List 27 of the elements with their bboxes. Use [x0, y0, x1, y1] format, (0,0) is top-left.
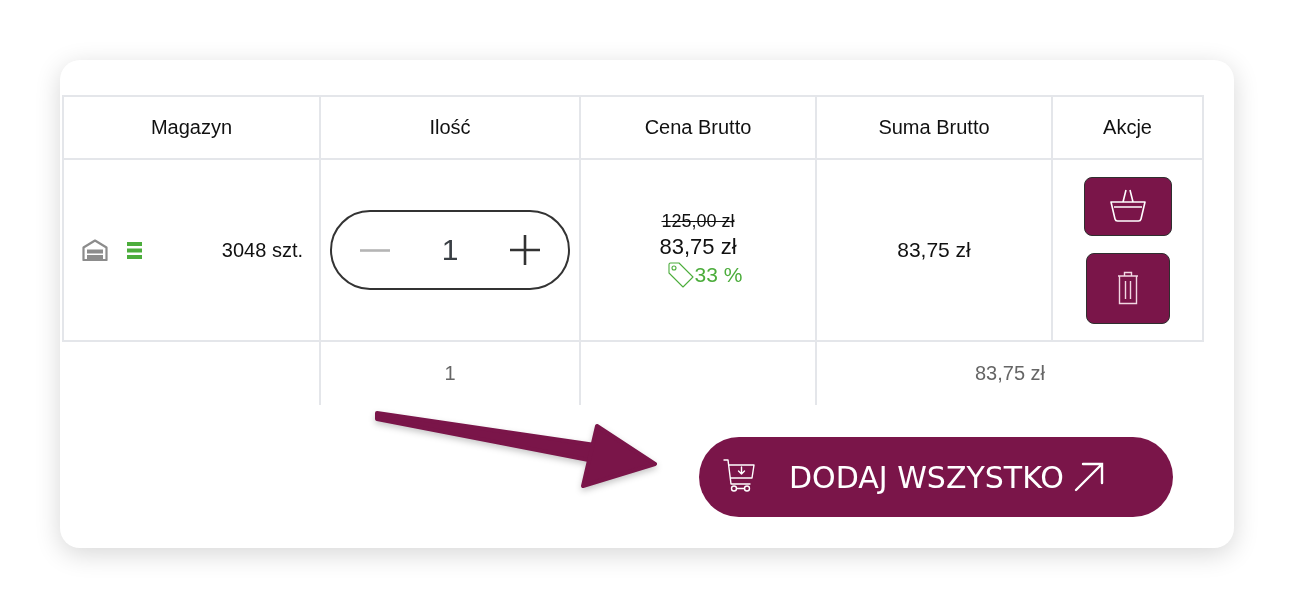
column-header: Cena Brutto	[644, 116, 752, 139]
discounted-price: 83,75 zł	[659, 234, 737, 260]
delete-button[interactable]	[1085, 252, 1170, 324]
cart-download-icon	[723, 458, 755, 492]
warehouse-icon	[82, 239, 108, 261]
add-all-button[interactable]: DODAJ WSZYSTKO	[699, 437, 1173, 517]
tag-icon	[667, 261, 694, 288]
plus-icon	[510, 235, 540, 265]
trash-icon	[1115, 271, 1140, 305]
original-price: 125,00 zł	[661, 212, 735, 233]
total-quantity: 1	[444, 362, 456, 384]
stock-quantity: 3048 szt.	[221, 238, 303, 262]
column-header: Suma Brutto	[878, 116, 990, 139]
column-header: Akcje	[1103, 116, 1152, 139]
minus-icon	[360, 248, 390, 252]
quantity-field[interactable]: 1	[441, 233, 459, 267]
discount-percent: 33 %	[694, 262, 743, 287]
grand-total: 83,75 zł	[974, 362, 1046, 384]
column-header: Ilość	[429, 116, 471, 139]
basket-icon	[1108, 187, 1147, 225]
increment-button[interactable]	[510, 235, 540, 265]
quantity-stepper[interactable]: 1	[330, 210, 570, 290]
column-header: Magazyn	[150, 116, 233, 139]
row-total: 83,75 zł	[897, 238, 971, 261]
add-to-cart-button[interactable]	[1083, 176, 1172, 236]
arrow-up-right-icon	[1073, 462, 1104, 492]
stock-bars-icon	[127, 241, 142, 259]
